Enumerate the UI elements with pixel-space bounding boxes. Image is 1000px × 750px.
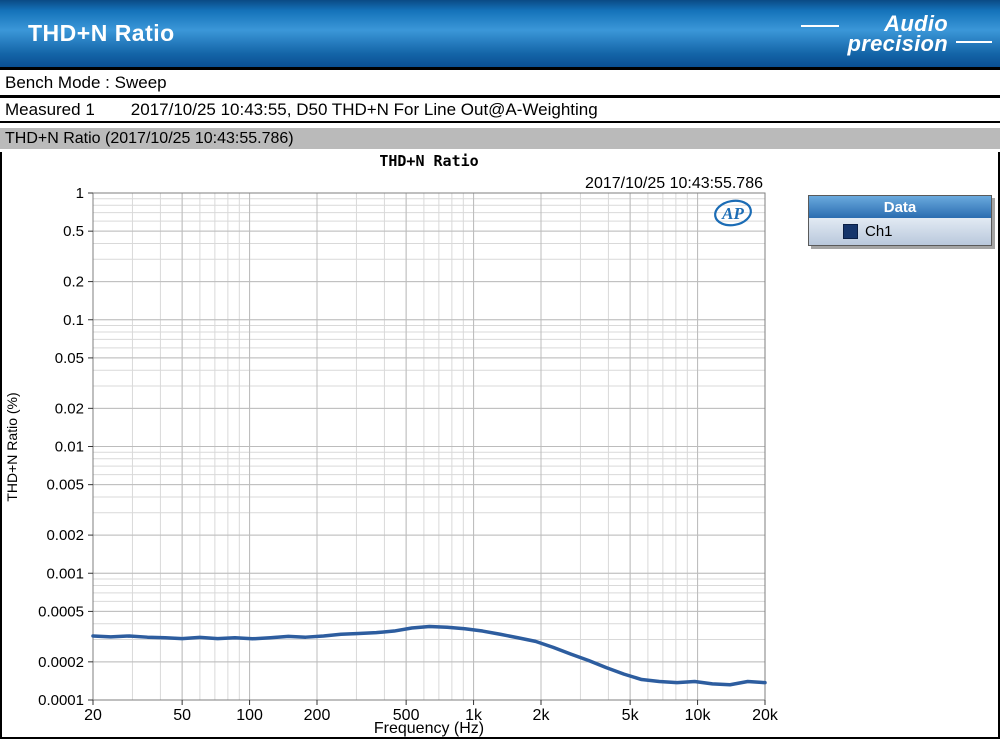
ap-badge-text: AP (721, 204, 744, 223)
y-tick-label: 0.001 (46, 565, 84, 582)
y-tick-label: 0.5 (63, 223, 84, 240)
section-title: THD+N Ratio (2017/10/25 10:43:55.786) (5, 130, 294, 148)
x-tick-label: 100 (236, 707, 263, 724)
chart-title: THD+N Ratio (379, 152, 478, 170)
x-tick-label: 50 (173, 707, 191, 724)
x-tick-label: 20k (752, 707, 779, 724)
x-tick-label: 10k (685, 707, 712, 724)
x-tick-label: 5k (622, 707, 640, 724)
section-title-bar: THD+N Ratio (2017/10/25 10:43:55.786) (0, 128, 1000, 149)
x-tick-label: 20 (84, 707, 102, 724)
legend-label-ch1: Ch1 (865, 223, 893, 240)
bench-mode-label: Bench Mode : Sweep (5, 73, 167, 93)
y-axis-title: THD+N Ratio (%) (4, 392, 20, 501)
legend-box: Data Ch1 (808, 195, 992, 246)
measured-value: 2017/10/25 10:43:55, D50 THD+N For Line … (131, 100, 598, 120)
y-tick-label: 0.0005 (38, 603, 84, 620)
bench-mode-row: Bench Mode : Sweep (0, 70, 1000, 98)
app-header: THD+N Ratio Audio precision (0, 0, 1000, 70)
legend-swatch-ch1 (843, 224, 858, 239)
x-tick-label: 2k (533, 707, 551, 724)
series-line-ch1 (93, 627, 765, 685)
x-tick-label: 200 (304, 707, 331, 724)
audio-precision-logo: Audio precision (847, 14, 948, 54)
chart-timestamp: 2017/10/25 10:43:55.786 (585, 175, 763, 192)
logo-line-precision: precision (847, 34, 948, 54)
y-tick-label: 0.002 (46, 527, 84, 544)
legend-item-ch1[interactable]: Ch1 (809, 218, 991, 245)
y-tick-label: 1 (76, 185, 84, 202)
y-tick-label: 0.0001 (38, 692, 84, 709)
legend-title: Data (884, 199, 917, 216)
measured-label: Measured 1 (5, 100, 95, 120)
y-tick-label: 0.02 (55, 400, 84, 417)
y-tick-label: 0.2 (63, 274, 84, 291)
app-title: THD+N Ratio (28, 20, 175, 47)
y-tick-label: 0.01 (55, 439, 84, 456)
legend-header: Data (809, 196, 991, 218)
y-tick-label: 0.1 (63, 312, 84, 329)
y-tick-label: 0.05 (55, 350, 84, 367)
y-tick-label: 0.0002 (38, 654, 84, 671)
y-tick-label: 0.005 (46, 477, 84, 494)
chart-panel: 20501002005001k2k5k10k20k10.50.20.10.050… (0, 152, 1000, 739)
x-axis-title: Frequency (Hz) (374, 720, 484, 737)
measured-row: Measured 1 2017/10/25 10:43:55, D50 THD+… (0, 98, 1000, 123)
